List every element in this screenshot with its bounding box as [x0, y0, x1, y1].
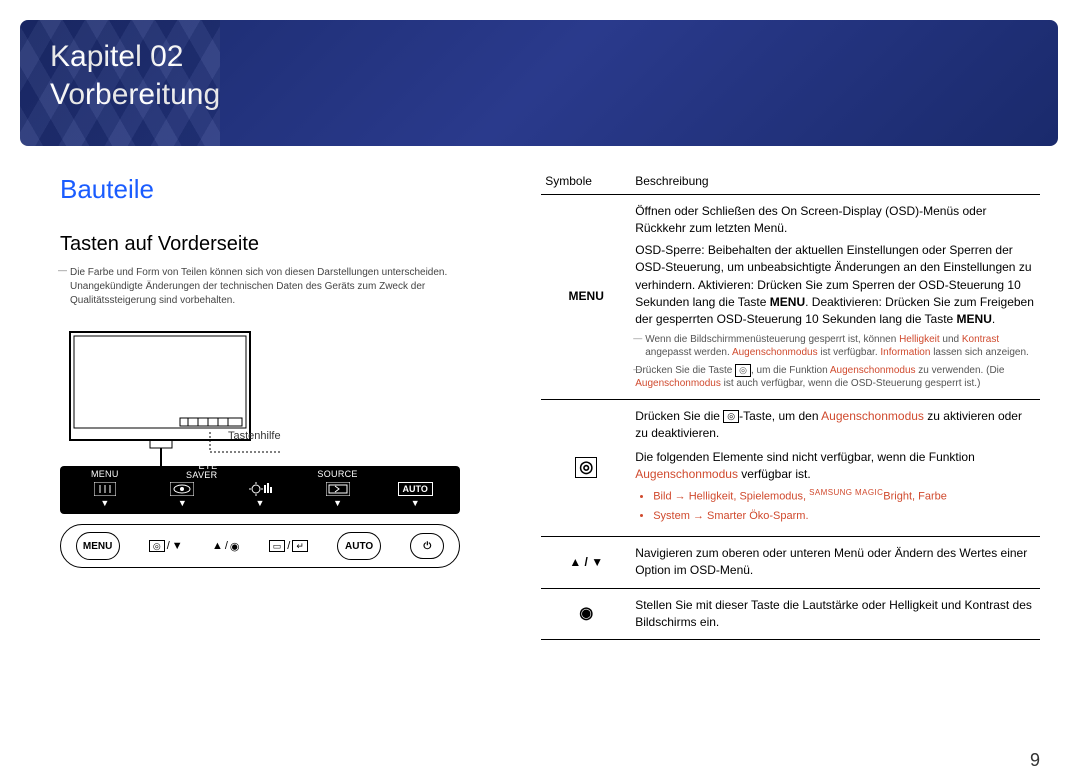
chapter-heading: Kapitel 02 Vorbereitung [50, 38, 1028, 113]
osd-auto-cell: AUTO ▼ [380, 462, 450, 508]
osd-brightness-cell: ▼ [225, 462, 295, 508]
desc-nav: Navigieren zum oberen oder unteren Menü … [631, 536, 1040, 588]
col-symbol: Symbole [541, 174, 631, 195]
chapter-title: Vorbereitung [50, 78, 220, 111]
power-button[interactable]: ⏻ [410, 533, 444, 559]
table-row-menu: MENU Öffnen oder Schließen des On Screen… [541, 195, 1040, 400]
eye-saver-icon: ◎ [723, 410, 739, 423]
menu-button[interactable]: MENU [76, 532, 120, 560]
eye-saver-icon: ◎ [735, 364, 751, 377]
section-title: Bauteile [60, 174, 501, 205]
symbol-menu: MENU [541, 195, 631, 400]
right-column: Symbole Beschreibung MENU Öffnen oder Sc… [541, 174, 1040, 640]
menu-bars-icon [70, 480, 140, 498]
osd-source-cell: SOURCE ▼ [303, 462, 373, 508]
subsection-title: Tasten auf Vorderseite [60, 233, 501, 256]
page-number: 9 [1030, 750, 1040, 771]
power-icon: ⏻ [423, 541, 431, 552]
symbol-nav: ▲ / ▼ [541, 536, 631, 588]
menu-note-1: Wenn die Bildschirmmenüsteuerung gesperr… [635, 333, 1036, 360]
table-row-dial: ◉ Stellen Sie mit dieser Taste die Lauts… [541, 588, 1040, 640]
eye-saver-icon: ◎ [149, 540, 165, 553]
col-description: Beschreibung [631, 174, 1040, 195]
osd-help-bar: MENU ▼ EYE SAVER ▼ [60, 466, 460, 514]
enter-icon: ↵ [292, 540, 308, 553]
chevron-down-icon: ▼ [380, 498, 450, 508]
tastenhilfe-label: Tastenhilfe [228, 426, 308, 444]
arrow-down-icon: ▼ [172, 540, 183, 552]
desc-eyesaver: Drücken Sie die ◎-Taste, um den Augensch… [631, 399, 1040, 536]
source-icon [303, 480, 373, 498]
brightness-icon [225, 480, 295, 498]
osd-eyesaver-cell: EYE SAVER ▼ [147, 462, 217, 508]
left-column: Bauteile Tasten auf Vorderseite Die Farb… [60, 174, 501, 640]
table-row-nav: ▲ / ▼ Navigieren zum oberen oder unteren… [541, 536, 1040, 588]
source-icon: ▭ [269, 540, 286, 553]
table-row-eyesaver: ◎ Drücken Sie die ◎-Taste, um den Augens… [541, 399, 1040, 536]
osd-menu-cell: MENU ▼ [70, 462, 140, 508]
source-enter-button-pair[interactable]: ▭/↵ [269, 540, 308, 553]
auto-label-icon: AUTO [380, 480, 450, 498]
desc-menu: Öffnen oder Schließen des On Screen-Disp… [631, 195, 1040, 400]
arrow-up-icon: ▲ [212, 540, 223, 552]
disclaimer-note: Die Farbe und Form von Teilen können sic… [60, 266, 501, 308]
menu-note-2: Drücken Sie die Taste ◎, um die Funktion… [635, 364, 1036, 391]
symbol-eyesaver: ◎ [541, 399, 631, 536]
eye-saver-icon: ◎ [575, 457, 597, 478]
auto-button[interactable]: AUTO [337, 532, 381, 560]
monitor-illustration: Tastenhilfe MENU ▼ EYE SAVER [60, 322, 501, 568]
chevron-down-icon: ▼ [303, 498, 373, 508]
chapter-banner: Kapitel 02 Vorbereitung [20, 20, 1058, 146]
eyesaver-bullets: Bild → Helligkeit, Spielemodus, SAMSUNG … [635, 487, 1036, 525]
chevron-down-icon: ▼ [70, 498, 140, 508]
chapter-number: Kapitel 02 [50, 40, 183, 73]
chevron-down-icon: ▼ [147, 498, 217, 508]
symbol-table: Symbole Beschreibung MENU Öffnen oder Sc… [541, 174, 1040, 640]
eye-down-button-pair[interactable]: ◎/▼ [149, 540, 183, 553]
symbol-dial: ◉ [541, 588, 631, 640]
up-dial-button-pair[interactable]: ▲/◉ [212, 540, 240, 553]
page-content: Bauteile Tasten auf Vorderseite Die Farb… [0, 146, 1080, 640]
dial-icon: ◉ [230, 540, 240, 553]
physical-button-row: MENU ◎/▼ ▲/◉ ▭/↵ AUTO ⏻ [60, 524, 460, 568]
chevron-down-icon: ▼ [225, 498, 295, 508]
eye-icon [147, 480, 217, 498]
desc-dial: Stellen Sie mit dieser Taste die Lautstä… [631, 588, 1040, 640]
